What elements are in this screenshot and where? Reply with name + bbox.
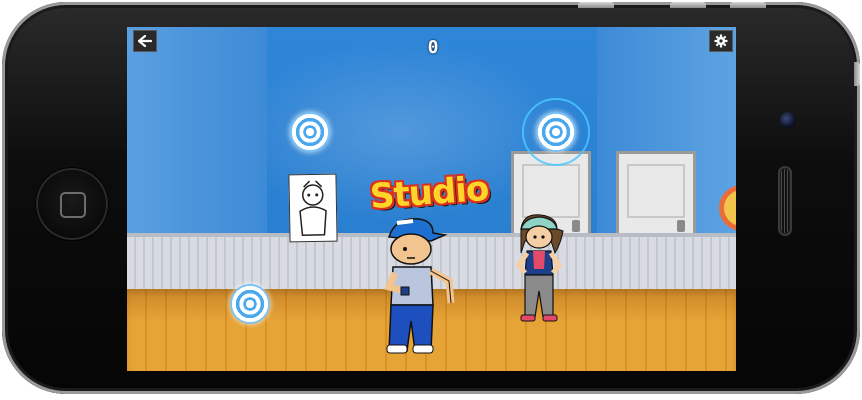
target-rings-icon	[536, 112, 576, 152]
game-screen[interactable]: Studio 0	[127, 27, 736, 371]
boy-dancer	[384, 218, 455, 354]
earpiece-speaker	[778, 166, 792, 236]
settings-button[interactable]	[709, 30, 733, 52]
tap-target-2[interactable]	[521, 97, 591, 167]
arrow-left-icon	[138, 35, 152, 47]
tap-target-1[interactable]	[285, 107, 335, 157]
target-rings-icon	[230, 284, 270, 324]
home-square-icon	[60, 192, 86, 218]
home-button[interactable]	[36, 168, 108, 240]
volume-up-button	[670, 2, 706, 8]
manga-poster	[288, 173, 338, 243]
target-rings-icon	[290, 112, 330, 152]
tap-target-3[interactable]	[227, 281, 273, 327]
gear-icon	[714, 34, 728, 48]
girl-dancer	[515, 214, 564, 322]
power-button	[854, 62, 860, 86]
mute-switch	[578, 2, 614, 8]
front-camera	[780, 112, 796, 128]
back-button[interactable]	[133, 30, 157, 52]
volume-down-button	[730, 2, 766, 8]
score-counter: 0	[427, 37, 439, 58]
studio-sign: Studio	[368, 168, 490, 218]
